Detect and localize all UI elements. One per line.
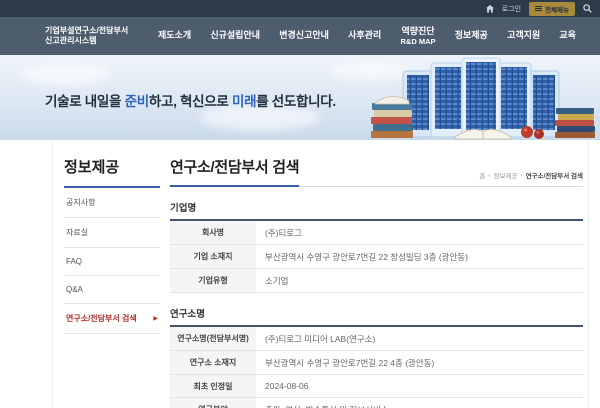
row-value: 출판, 영상, 방송통신 및 정보서비스 — [256, 398, 583, 408]
lab-info-table: 연구소명(전담부서명) (주)티로그 미디어 LAB(연구소) 연구소 소재지 … — [170, 325, 583, 408]
nav-item-intro[interactable]: 제도소개 — [158, 30, 191, 41]
nav-item-customer-support[interactable]: 고객지원 — [507, 30, 540, 41]
row-value: 부산광역시 수영구 광안로7번길 22 창성빌딩 3층 (광안동) — [256, 245, 583, 269]
nav-item-new-setup[interactable]: 신규설립안내 — [210, 30, 260, 41]
row-label: 회사명 — [170, 220, 256, 245]
row-label: 기업유형 — [170, 269, 256, 293]
sidebar-item-archive[interactable]: 자료실▶ — [64, 218, 160, 248]
login-link[interactable]: 로그인 — [502, 4, 521, 14]
row-value: 부산광역시 수영구 광안로7번길 22 4층 (광안동) — [256, 351, 583, 375]
row-label: 연구소명(전담부서명) — [170, 326, 256, 351]
hamburger-icon — [535, 5, 542, 12]
sidebar-title: 정보제공 — [64, 156, 160, 188]
sidebar: 정보제공 공지사항▶ 자료실▶ FAQ▶ Q&A▶ 연구소/전담부서 검색▶ — [64, 156, 160, 408]
breadcrumb-separator: › — [520, 172, 522, 179]
nav-item-education[interactable]: 교육 — [559, 30, 576, 41]
logo-line2: 신고관리시스템 — [45, 36, 97, 45]
table-row: 회사명 (주)티로그 — [170, 220, 583, 245]
section-title-lab: 연구소명 — [170, 306, 583, 320]
breadcrumb-current: 연구소/전담부서 검색 — [526, 170, 583, 180]
row-value: (주)티로그 미디어 LAB(연구소) — [256, 326, 583, 351]
logo-line1: 기업부설연구소/전담부서 — [45, 26, 128, 35]
row-value: (주)티로그 — [256, 220, 583, 245]
nav-item-post-management[interactable]: 사후관리 — [348, 30, 381, 41]
row-label: 연구분야 — [170, 398, 256, 408]
table-row: 기업 소재지 부산광역시 수영구 광안로7번길 22 창성빌딩 3층 (광안동) — [170, 245, 583, 269]
sidebar-item-faq[interactable]: FAQ▶ — [64, 248, 160, 276]
banner-slogan: 기술로 내일을 준비하고, 혁신으로 미래를 선도합니다. — [45, 90, 336, 110]
sidebar-item-qna[interactable]: Q&A▶ — [64, 276, 160, 304]
server-books-illustration — [369, 55, 597, 140]
nav-item-change-report[interactable]: 변경신고안내 — [279, 30, 329, 41]
row-label: 연구소 소재지 — [170, 351, 256, 375]
page: 로그인 전체메뉴 기업부설연구소/전담부서 신고관리시스템 제도소개 신규설립안… — [0, 0, 600, 408]
row-label: 최초 인정일 — [170, 375, 256, 398]
row-value: 소기업 — [256, 269, 583, 293]
top-utility-bar: 로그인 전체메뉴 — [0, 0, 600, 17]
breadcrumb-separator: › — [488, 172, 490, 179]
breadcrumb: 홈 › 정보제공 › 연구소/전담부서 검색 — [479, 170, 583, 186]
table-row: 연구분야 출판, 영상, 방송통신 및 정보서비스 — [170, 398, 583, 408]
hero-banner: 기술로 내일을 준비하고, 혁신으로 미래를 선도합니다. — [0, 55, 600, 140]
nav-item-information[interactable]: 정보제공 — [455, 30, 488, 41]
home-icon — [486, 5, 494, 13]
main-nav: 기업부설연구소/전담부서 신고관리시스템 제도소개 신규설립안내 변경신고안내 … — [0, 17, 600, 55]
table-row: 기업유형 소기업 — [170, 269, 583, 293]
arrow-icon: ▶ — [153, 315, 158, 322]
table-row: 최초 인정일 2024-08-06 — [170, 375, 583, 398]
breadcrumb-information[interactable]: 정보제공 — [493, 170, 517, 180]
nav-item-rnd-map[interactable]: 역량진단R&D MAP — [401, 26, 436, 47]
all-menu-label: 전체메뉴 — [545, 4, 569, 14]
search-icon[interactable] — [583, 4, 592, 13]
section-title-company: 기업명 — [170, 200, 583, 214]
sidebar-item-lab-search[interactable]: 연구소/전담부서 검색▶ — [64, 304, 160, 334]
home-link[interactable] — [486, 5, 494, 13]
breadcrumb-home[interactable]: 홈 — [479, 170, 485, 180]
site-logo[interactable]: 기업부설연구소/전담부서 신고관리시스템 — [45, 26, 150, 47]
page-header: 연구소/전담부서 검색 홈 › 정보제공 › 연구소/전담부서 검색 — [170, 156, 583, 187]
page-title: 연구소/전담부서 검색 — [170, 156, 299, 187]
all-menu-button[interactable]: 전체메뉴 — [529, 2, 575, 16]
main-content: 연구소/전담부서 검색 홈 › 정보제공 › 연구소/전담부서 검색 기업명 회… — [170, 156, 583, 408]
row-label: 기업 소재지 — [170, 245, 256, 269]
table-row: 연구소 소재지 부산광역시 수영구 광안로7번길 22 4층 (광안동) — [170, 351, 583, 375]
sidebar-item-notice[interactable]: 공지사항▶ — [64, 188, 160, 218]
content-wrapper: 정보제공 공지사항▶ 자료실▶ FAQ▶ Q&A▶ 연구소/전담부서 검색▶ 연… — [52, 140, 589, 408]
table-row: 연구소명(전담부서명) (주)티로그 미디어 LAB(연구소) — [170, 326, 583, 351]
nav-menu: 제도소개 신규설립안내 변경신고안내 사후관리 역량진단R&D MAP 정보제공… — [150, 26, 586, 47]
row-value: 2024-08-06 — [256, 375, 583, 398]
company-info-table: 회사명 (주)티로그 기업 소재지 부산광역시 수영구 광안로7번길 22 창성… — [170, 219, 583, 293]
